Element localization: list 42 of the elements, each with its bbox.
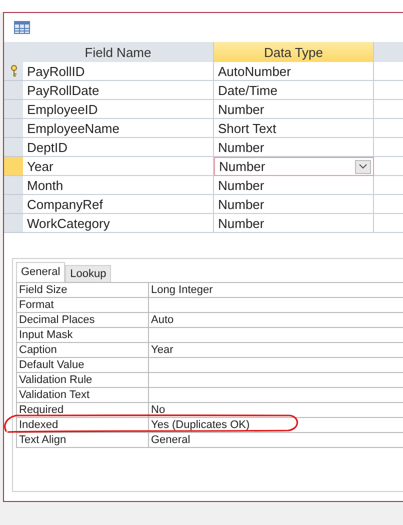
field-name-cell: Month (23, 176, 214, 195)
property-tab[interactable]: Lookup (65, 265, 112, 282)
property-value[interactable]: Year (149, 343, 403, 358)
field-name-cell: DeptID (23, 138, 214, 157)
table-icon (14, 21, 30, 34)
field-name-cell: Year (23, 157, 214, 176)
property-label: Required (17, 403, 149, 418)
property-label: Caption (17, 343, 149, 358)
property-value[interactable]: Yes (Duplicates OK) (149, 418, 403, 433)
property-value[interactable]: General (149, 433, 403, 448)
property-value[interactable]: Auto (149, 313, 403, 328)
field-name-cell: EmployeeID (23, 100, 214, 119)
property-label: Validation Rule (17, 373, 149, 388)
data-type-dropdown[interactable]: Number (214, 157, 374, 176)
field-name-cell: PayRollID (23, 62, 214, 81)
property-label: Validation Text (17, 388, 149, 403)
property-label: Decimal Places (17, 313, 149, 328)
data-type-cell: Number (214, 176, 374, 195)
property-label: Indexed (17, 418, 149, 433)
column-header[interactable]: Field Name (23, 42, 214, 62)
data-type-cell: Number (214, 138, 374, 157)
property-label: Default Value (17, 358, 149, 373)
field-name-cell: CompanyRef (23, 195, 214, 214)
chevron-down-icon[interactable] (355, 160, 371, 174)
property-tab[interactable]: General (16, 262, 66, 282)
data-type-cell: AutoNumber (214, 62, 374, 81)
property-label: Field Size (17, 283, 149, 298)
row-selector[interactable] (4, 62, 23, 81)
data-type-cell: Date/Time (214, 81, 374, 100)
property-label: Input Mask (17, 328, 149, 343)
field-name-cell: PayRollDate (23, 81, 214, 100)
field-name-cell: EmployeeName (23, 119, 214, 138)
property-value[interactable]: No (149, 403, 403, 418)
data-type-cell: Number (214, 100, 374, 119)
property-label: Text Align (17, 433, 149, 448)
property-value[interactable]: Long Integer (149, 283, 403, 298)
data-type-cell: Number (214, 195, 374, 214)
data-type-cell: Short Text (214, 119, 374, 138)
column-header[interactable]: Data Type (214, 42, 374, 62)
property-label: Format (17, 298, 149, 313)
data-type-cell: Number (214, 214, 374, 233)
field-name-cell: WorkCategory (23, 214, 214, 233)
